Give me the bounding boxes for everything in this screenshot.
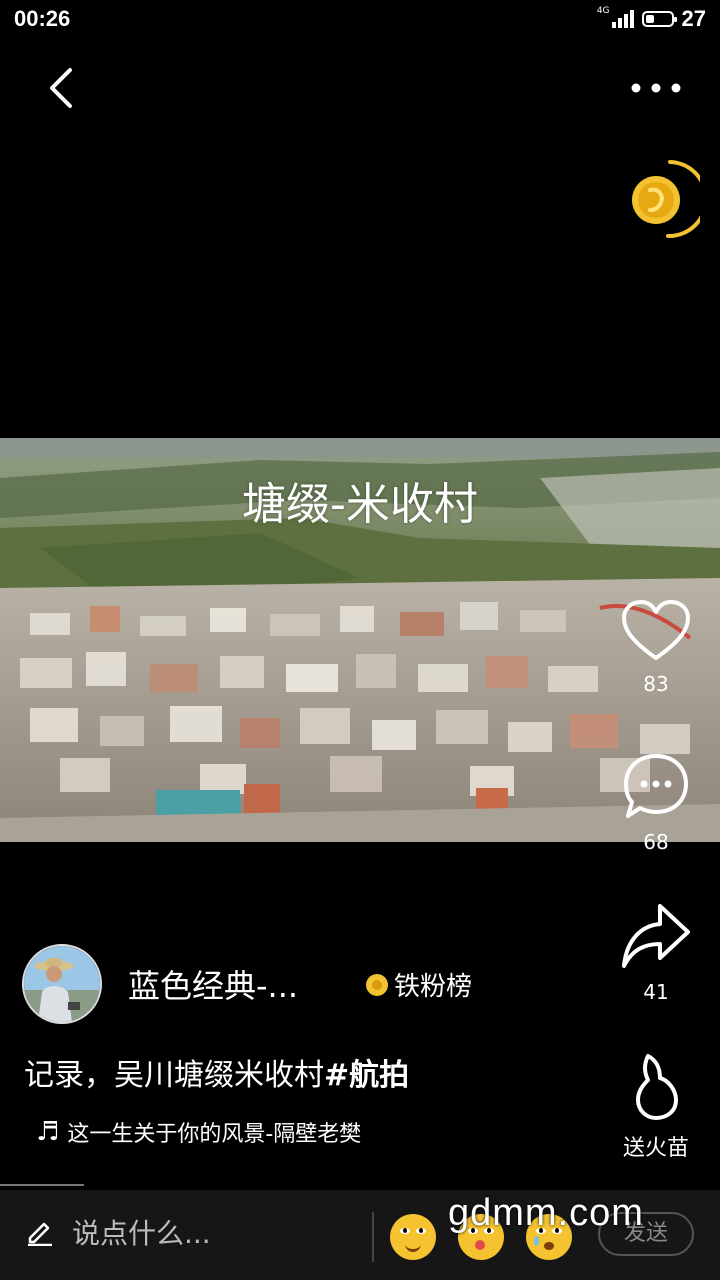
- music-title: 这一生关于你的风景-隔壁老樊: [67, 1122, 362, 1147]
- status-time: 00:26: [14, 6, 71, 31]
- emoji-smile-icon[interactable]: [390, 1214, 436, 1260]
- status-bar: 00:26 4G 27: [0, 0, 720, 42]
- like-count: 83: [643, 672, 669, 696]
- send-flame-button[interactable]: 送火苗: [610, 1050, 702, 1162]
- network-type-label: 4G: [596, 6, 610, 16]
- avatar-image: [24, 946, 100, 1022]
- pencil-icon: [28, 1222, 52, 1246]
- more-dots-icon: [631, 83, 681, 93]
- video-overlay-title: 塘缀-米收村: [0, 468, 720, 532]
- caption-text: 记录，吴川塘缀米收村: [24, 1058, 324, 1093]
- music-note-icon: ♬: [36, 1117, 60, 1147]
- coin-reward-timer[interactable]: [624, 158, 708, 240]
- share-arrow-icon: [622, 904, 690, 968]
- video-title-text: 塘缀-米收村: [242, 479, 478, 530]
- music-info[interactable]: ♬ 这一生关于你的风景-隔壁老樊: [36, 1116, 361, 1148]
- comment-placeholder: 说点什么...: [72, 1217, 211, 1250]
- comment-bubble-icon: [624, 754, 688, 818]
- battery-fill: [645, 15, 654, 23]
- chevron-left-icon: [50, 68, 72, 108]
- heart-icon: [622, 600, 690, 660]
- caption-hashtag[interactable]: #航拍: [324, 1058, 409, 1093]
- video-caption: 记录，吴川塘缀米收村#航拍: [24, 1050, 409, 1094]
- fans-rank-link[interactable]: 铁粉榜: [366, 966, 472, 1003]
- share-count: 41: [643, 980, 669, 1004]
- comment-count: 68: [643, 830, 669, 854]
- comment-input[interactable]: 说点什么...: [26, 1212, 211, 1252]
- share-button[interactable]: 41: [610, 900, 702, 1004]
- more-options-button[interactable]: [624, 70, 688, 106]
- battery-icon: [641, 11, 677, 27]
- battery-level: 27: [681, 6, 706, 31]
- site-watermark: gdmm.com: [448, 1192, 644, 1234]
- medal-icon: [366, 973, 388, 996]
- playback-progress: [0, 1184, 84, 1186]
- send-flame-label: 送火苗: [622, 1136, 689, 1161]
- author-avatar[interactable]: [22, 944, 102, 1024]
- fans-rank-label: 铁粉榜: [394, 972, 473, 1002]
- coin-icon: [632, 160, 708, 239]
- back-button[interactable]: [40, 60, 88, 116]
- author-name[interactable]: 蓝色经典-...: [128, 961, 298, 1007]
- flame-icon: [636, 1054, 678, 1120]
- comment-bar-divider: [372, 1212, 374, 1262]
- author-row: 蓝色经典-...: [22, 944, 298, 1024]
- comment-button[interactable]: 68: [610, 752, 702, 854]
- like-button[interactable]: 83: [610, 598, 702, 696]
- status-right-group: 4G 27: [597, 6, 706, 32]
- signal-icon: [611, 10, 634, 28]
